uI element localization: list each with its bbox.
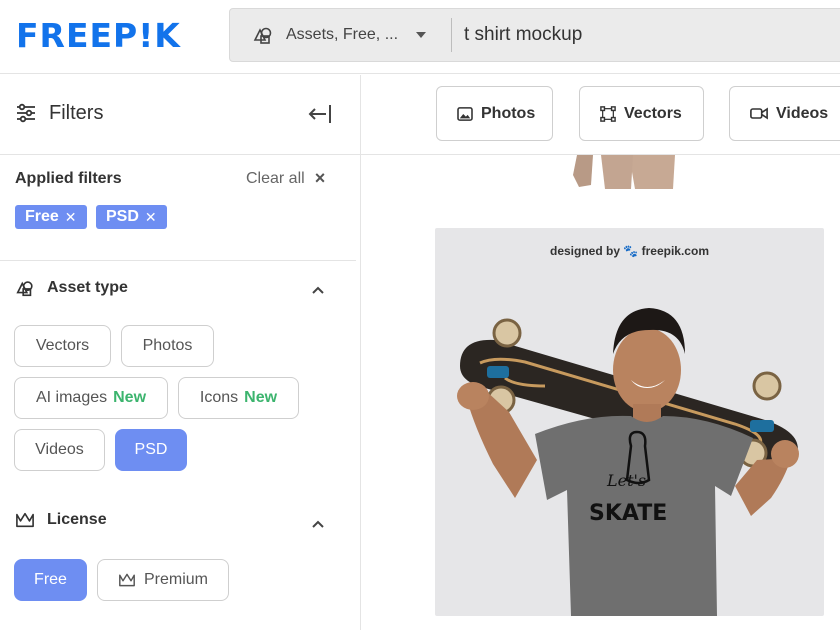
tab-label: Videos [776, 104, 829, 122]
arrow-left-bar-icon [308, 105, 331, 123]
chevron-down-icon [416, 32, 427, 38]
option-label: Photos [142, 337, 193, 354]
close-icon: × [314, 168, 326, 188]
asset-option-photos[interactable]: Photos [121, 325, 214, 367]
option-label: Free [34, 571, 67, 588]
search-input[interactable] [464, 21, 834, 49]
svg-text:SKATE: SKATE [589, 501, 667, 526]
freepik-logo[interactable]: FREEP!K [16, 18, 181, 54]
tab-label: Vectors [624, 104, 682, 122]
tab-videos[interactable]: Videos [729, 86, 840, 141]
asset-type-header[interactable]: Asset type [15, 278, 128, 298]
chip-label: Free [25, 208, 59, 225]
license-title: License [47, 511, 107, 528]
crown-icon [16, 512, 34, 528]
option-label: Premium [143, 571, 208, 588]
tab-photos[interactable]: Photos [436, 86, 553, 141]
tshirt-mockup-image: Let's SKATE [457, 308, 799, 616]
vector-nodes-icon [600, 105, 616, 122]
asset-option-videos[interactable]: Videos [14, 429, 105, 471]
video-camera-icon [750, 107, 768, 120]
asset-option-psd[interactable]: PSD [115, 429, 187, 471]
shapes-icon [253, 27, 272, 44]
previous-result-image[interactable] [571, 155, 679, 189]
result-card[interactable]: designed by 🐾 freepik.com Let's SKATE [435, 228, 824, 616]
option-label: PSD [134, 441, 168, 458]
section-divider [0, 260, 356, 261]
filters-header: Filters [0, 75, 360, 155]
sliders-icon [17, 103, 35, 123]
asset-type-title: Asset type [47, 279, 128, 296]
asset-option-ai-images[interactable]: AI images New [14, 377, 168, 419]
new-badge: New [113, 389, 147, 406]
option-label: Vectors [35, 337, 90, 354]
asset-type-value: Assets, Free, ... [286, 26, 399, 43]
close-icon[interactable]: ✕ [145, 209, 157, 226]
results-area: Photos Vectors Videos designed by 🐾 free… [361, 75, 840, 630]
new-badge: New [244, 389, 278, 406]
asset-type-dropdown[interactable]: Assets, Free, ... [230, 9, 452, 61]
clear-all-button[interactable]: Clear all × [246, 168, 325, 189]
tab-vectors[interactable]: Vectors [579, 86, 704, 141]
license-option-free[interactable]: Free [14, 559, 87, 601]
search-bar: Assets, Free, ... [229, 8, 840, 62]
license-header[interactable]: License [15, 511, 107, 529]
filters-sidebar: Filters Applied filters Clear all × Free… [0, 75, 361, 630]
content-type-tabs: Photos Vectors Videos [361, 75, 840, 155]
collapse-sidebar-button[interactable] [305, 101, 335, 127]
license-option-premium[interactable]: Premium [97, 559, 229, 601]
svg-text:Let's: Let's [606, 471, 646, 490]
applied-filters-label: Applied filters [15, 170, 122, 187]
applied-chip-psd[interactable]: PSD ✕ [96, 205, 167, 229]
option-label: AI images [35, 389, 108, 406]
chip-label: PSD [106, 208, 139, 225]
chevron-up-icon[interactable] [311, 517, 325, 531]
asset-option-vectors[interactable]: Vectors [14, 325, 111, 367]
close-icon[interactable]: ✕ [65, 209, 77, 226]
top-header: FREEP!K Assets, Free, ... [0, 0, 840, 74]
crown-icon [119, 573, 135, 587]
applied-chip-free[interactable]: Free ✕ [15, 205, 87, 229]
option-label: Icons [199, 389, 239, 406]
asset-option-icons[interactable]: Icons New [178, 377, 299, 419]
clear-all-label: Clear all [246, 169, 305, 187]
search-divider [451, 18, 452, 52]
image-icon [457, 106, 473, 121]
option-label: Videos [35, 441, 84, 458]
filters-title: Filters [49, 102, 104, 124]
chevron-up-icon[interactable] [311, 283, 325, 297]
tab-label: Photos [481, 104, 536, 122]
shapes-icon [16, 281, 33, 297]
